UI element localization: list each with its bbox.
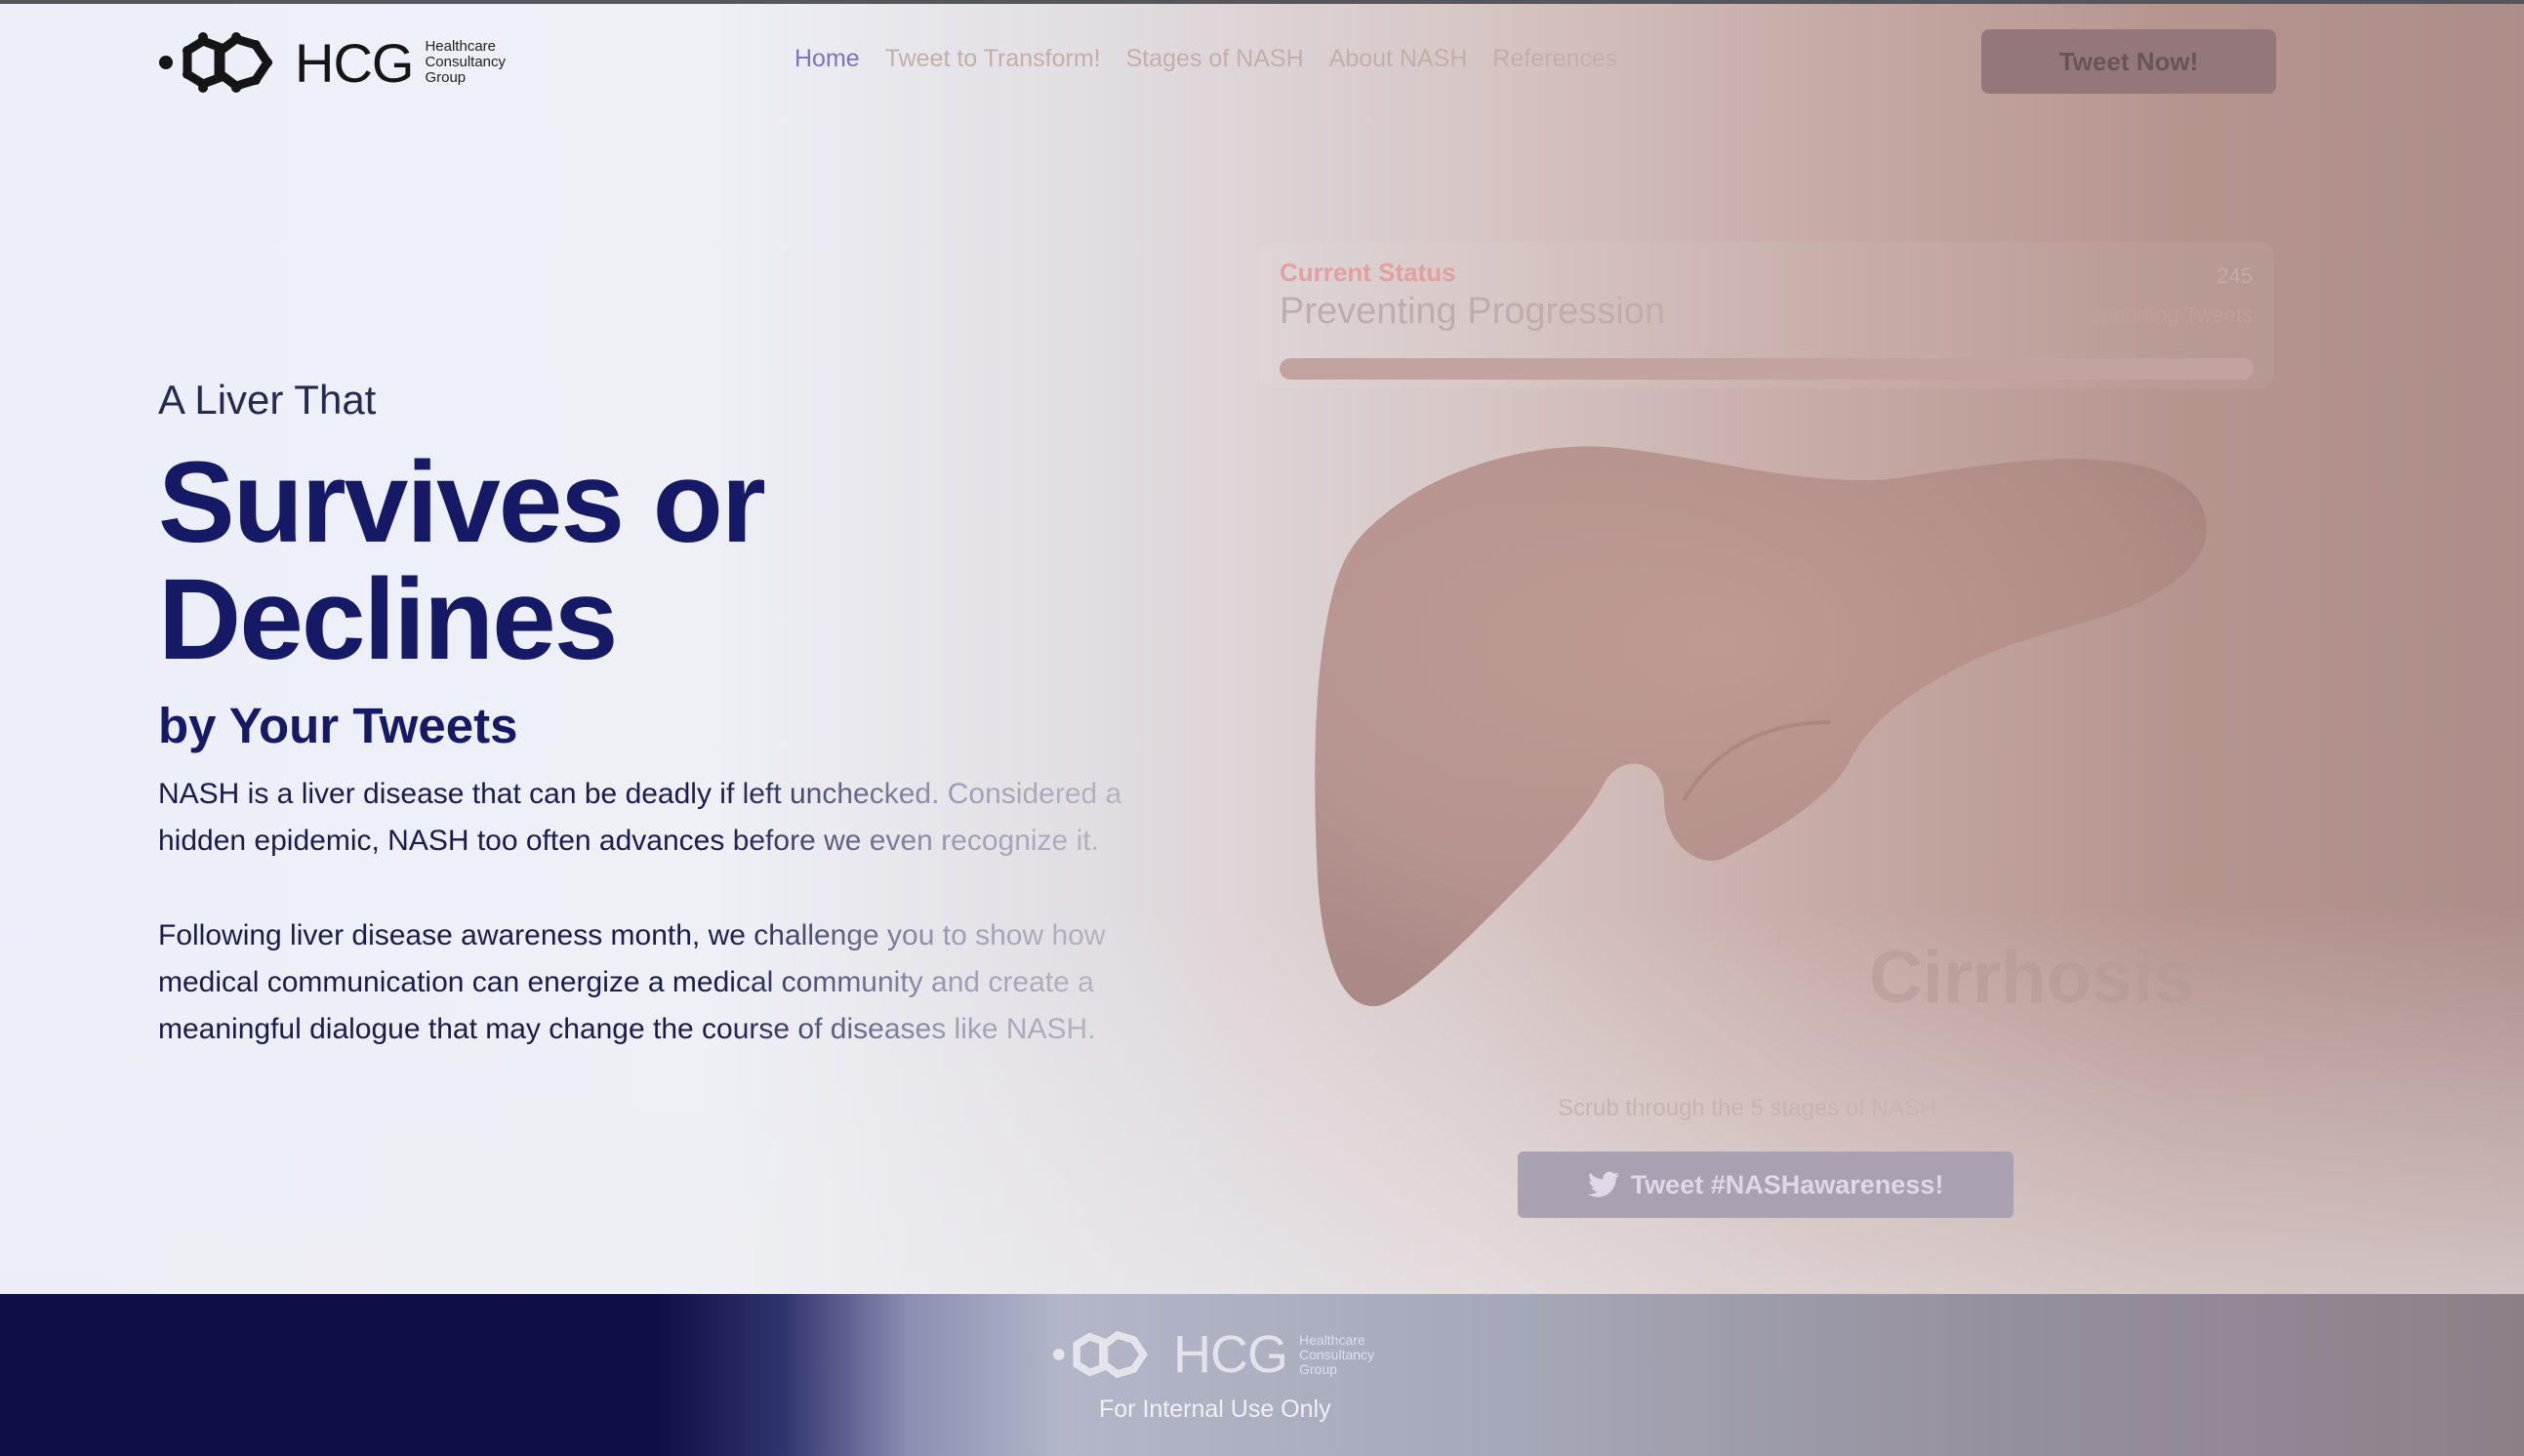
- liver-illustration: [1315, 446, 2208, 1007]
- hero-kicker: A Liver That: [158, 377, 377, 423]
- hcg-molecule-icon: [159, 32, 273, 93]
- intro-paragraph: NASH is a liver disease that can be dead…: [158, 778, 1122, 857]
- logo-subtitle-line: Group: [425, 69, 467, 86]
- logo-subtitle-line: Consultancy: [425, 54, 506, 70]
- twitter-bird-icon: [1587, 1171, 1619, 1197]
- logo-subtitle: Healthcare Consultancy Group: [425, 39, 506, 86]
- logo-subtitle-line: Healthcare: [1299, 1331, 1365, 1348]
- progress-bar-fill: [1280, 358, 2254, 380]
- logo-subtitle-line: Consultancy: [1299, 1346, 1375, 1362]
- logo-wordmark: HCG: [295, 31, 414, 94]
- footer-logo-subtitle: Healthcare Consultancy Group: [1299, 1331, 1375, 1377]
- hcg-molecule-icon: [1053, 1330, 1149, 1379]
- status-title: Preventing Progression: [1280, 291, 1665, 332]
- footer-logo-wordmark: HCG: [1173, 1325, 1288, 1384]
- tweet-nash-awareness-button[interactable]: Tweet #NASHawareness!: [1518, 1152, 2014, 1218]
- supporting-tweets-label: Supporting Tweets: [2075, 303, 2253, 327]
- footer-logo: HCG Healthcare Consultancy Group: [1048, 1325, 1374, 1384]
- headline-line: Survives or: [158, 438, 766, 567]
- progress-bar: [1280, 358, 2254, 380]
- challenge-paragraph: Following liver disease awareness month,…: [158, 919, 1106, 1045]
- scrub-hint: Scrub through the 5 stages of NASH: [1558, 1095, 1937, 1121]
- tweet-now-button[interactable]: Tweet Now!: [1981, 29, 2276, 94]
- nav-tweet-to-transform[interactable]: Tweet to Transform!: [885, 45, 1101, 73]
- hero-headline: Survives or Declines: [158, 444, 766, 678]
- hero-subhead: by Your Tweets: [158, 698, 518, 753]
- stage-name: Cirrhosis: [1869, 936, 2195, 1019]
- hcg-logo[interactable]: HCG Healthcare Consultancy Group: [158, 27, 506, 98]
- status-label: Current Status: [1280, 258, 1456, 287]
- supporting-tweets-count: 245: [2217, 263, 2253, 288]
- headline-line: Declines: [158, 555, 618, 684]
- nav-about-nash[interactable]: About NASH: [1329, 45, 1468, 73]
- nav-references[interactable]: References: [1492, 45, 1617, 73]
- nav-home[interactable]: Home: [794, 45, 860, 73]
- footer-note: For Internal Use Only: [1099, 1395, 1331, 1423]
- tweet-nash-label: Tweet #NASHawareness!: [1630, 1169, 1944, 1199]
- logo-subtitle-line: Healthcare: [425, 38, 496, 55]
- logo-subtitle-line: Group: [1299, 1360, 1337, 1377]
- nav-stages-of-nash[interactable]: Stages of NASH: [1126, 45, 1304, 73]
- main-nav: Home Tweet to Transform! Stages of NASH …: [794, 45, 1643, 73]
